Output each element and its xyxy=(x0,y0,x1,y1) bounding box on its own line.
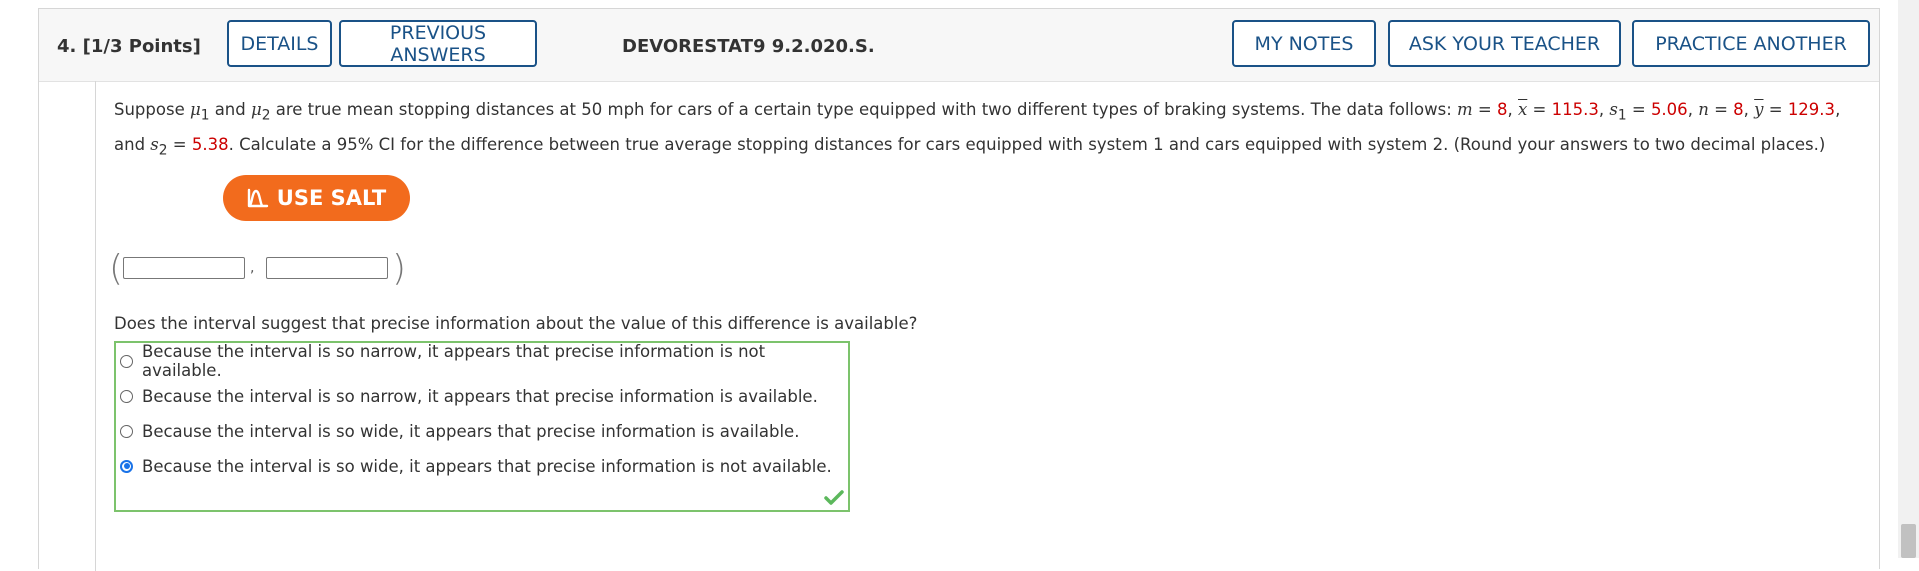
ci-separator: , xyxy=(250,260,255,276)
mc-option-3[interactable]: Because the interval is so wide, it appe… xyxy=(120,418,799,444)
close-paren: ) xyxy=(392,248,407,289)
use-salt-button[interactable]: USE SALT xyxy=(223,175,410,221)
use-salt-label: USE SALT xyxy=(276,186,387,210)
given-s2: 5.38 xyxy=(191,135,229,155)
question-number: 4. [1/3 Points] xyxy=(57,36,201,57)
given-ybar: 129.3 xyxy=(1787,100,1836,119)
page-scrollbar[interactable] xyxy=(1898,0,1919,558)
given-xbar: 115.3 xyxy=(1551,100,1599,119)
previous-answers-button[interactable]: PREVIOUS ANSWERS xyxy=(339,20,537,67)
given-n: 8 xyxy=(1733,100,1744,119)
question-header: 4. [1/3 Points] DETAILS PREVIOUS ANSWERS… xyxy=(39,9,1879,82)
question-content: Suppose μ1 and μ2 are true mean stopping… xyxy=(95,81,1879,571)
ci-upper-input[interactable] xyxy=(266,257,388,279)
assignment-code: DEVORESTAT9 9.2.020.S. xyxy=(622,36,875,57)
mc-answer-box: Because the interval is so narrow, it ap… xyxy=(114,341,850,512)
scrollbar-thumb[interactable] xyxy=(1901,524,1916,558)
mc-question-text: Does the interval suggest that precise i… xyxy=(114,314,918,333)
question-prompt: Suppose μ1 and μ2 are true mean stopping… xyxy=(114,100,1841,159)
given-s1: 5.06 xyxy=(1650,100,1688,119)
radio-selected-icon[interactable] xyxy=(120,459,133,473)
radio-icon[interactable] xyxy=(120,354,133,368)
salt-icon xyxy=(247,188,268,208)
checkmark-icon xyxy=(824,490,844,505)
open-paren: ( xyxy=(109,248,124,289)
ci-lower-input[interactable] xyxy=(123,257,245,279)
my-notes-button[interactable]: MY NOTES xyxy=(1232,20,1376,67)
details-button[interactable]: DETAILS xyxy=(227,20,332,67)
ask-your-teacher-button[interactable]: ASK YOUR TEACHER xyxy=(1388,20,1621,67)
question-panel: 4. [1/3 Points] DETAILS PREVIOUS ANSWERS… xyxy=(38,8,1880,571)
radio-icon[interactable] xyxy=(120,389,133,403)
practice-another-button[interactable]: PRACTICE ANOTHER xyxy=(1632,20,1870,67)
mc-option-2[interactable]: Because the interval is so narrow, it ap… xyxy=(120,383,818,409)
radio-icon[interactable] xyxy=(120,424,133,438)
given-m: 8 xyxy=(1497,100,1508,119)
mc-option-4[interactable]: Because the interval is so wide, it appe… xyxy=(120,453,832,479)
mc-option-1[interactable]: Because the interval is so narrow, it ap… xyxy=(120,342,848,380)
